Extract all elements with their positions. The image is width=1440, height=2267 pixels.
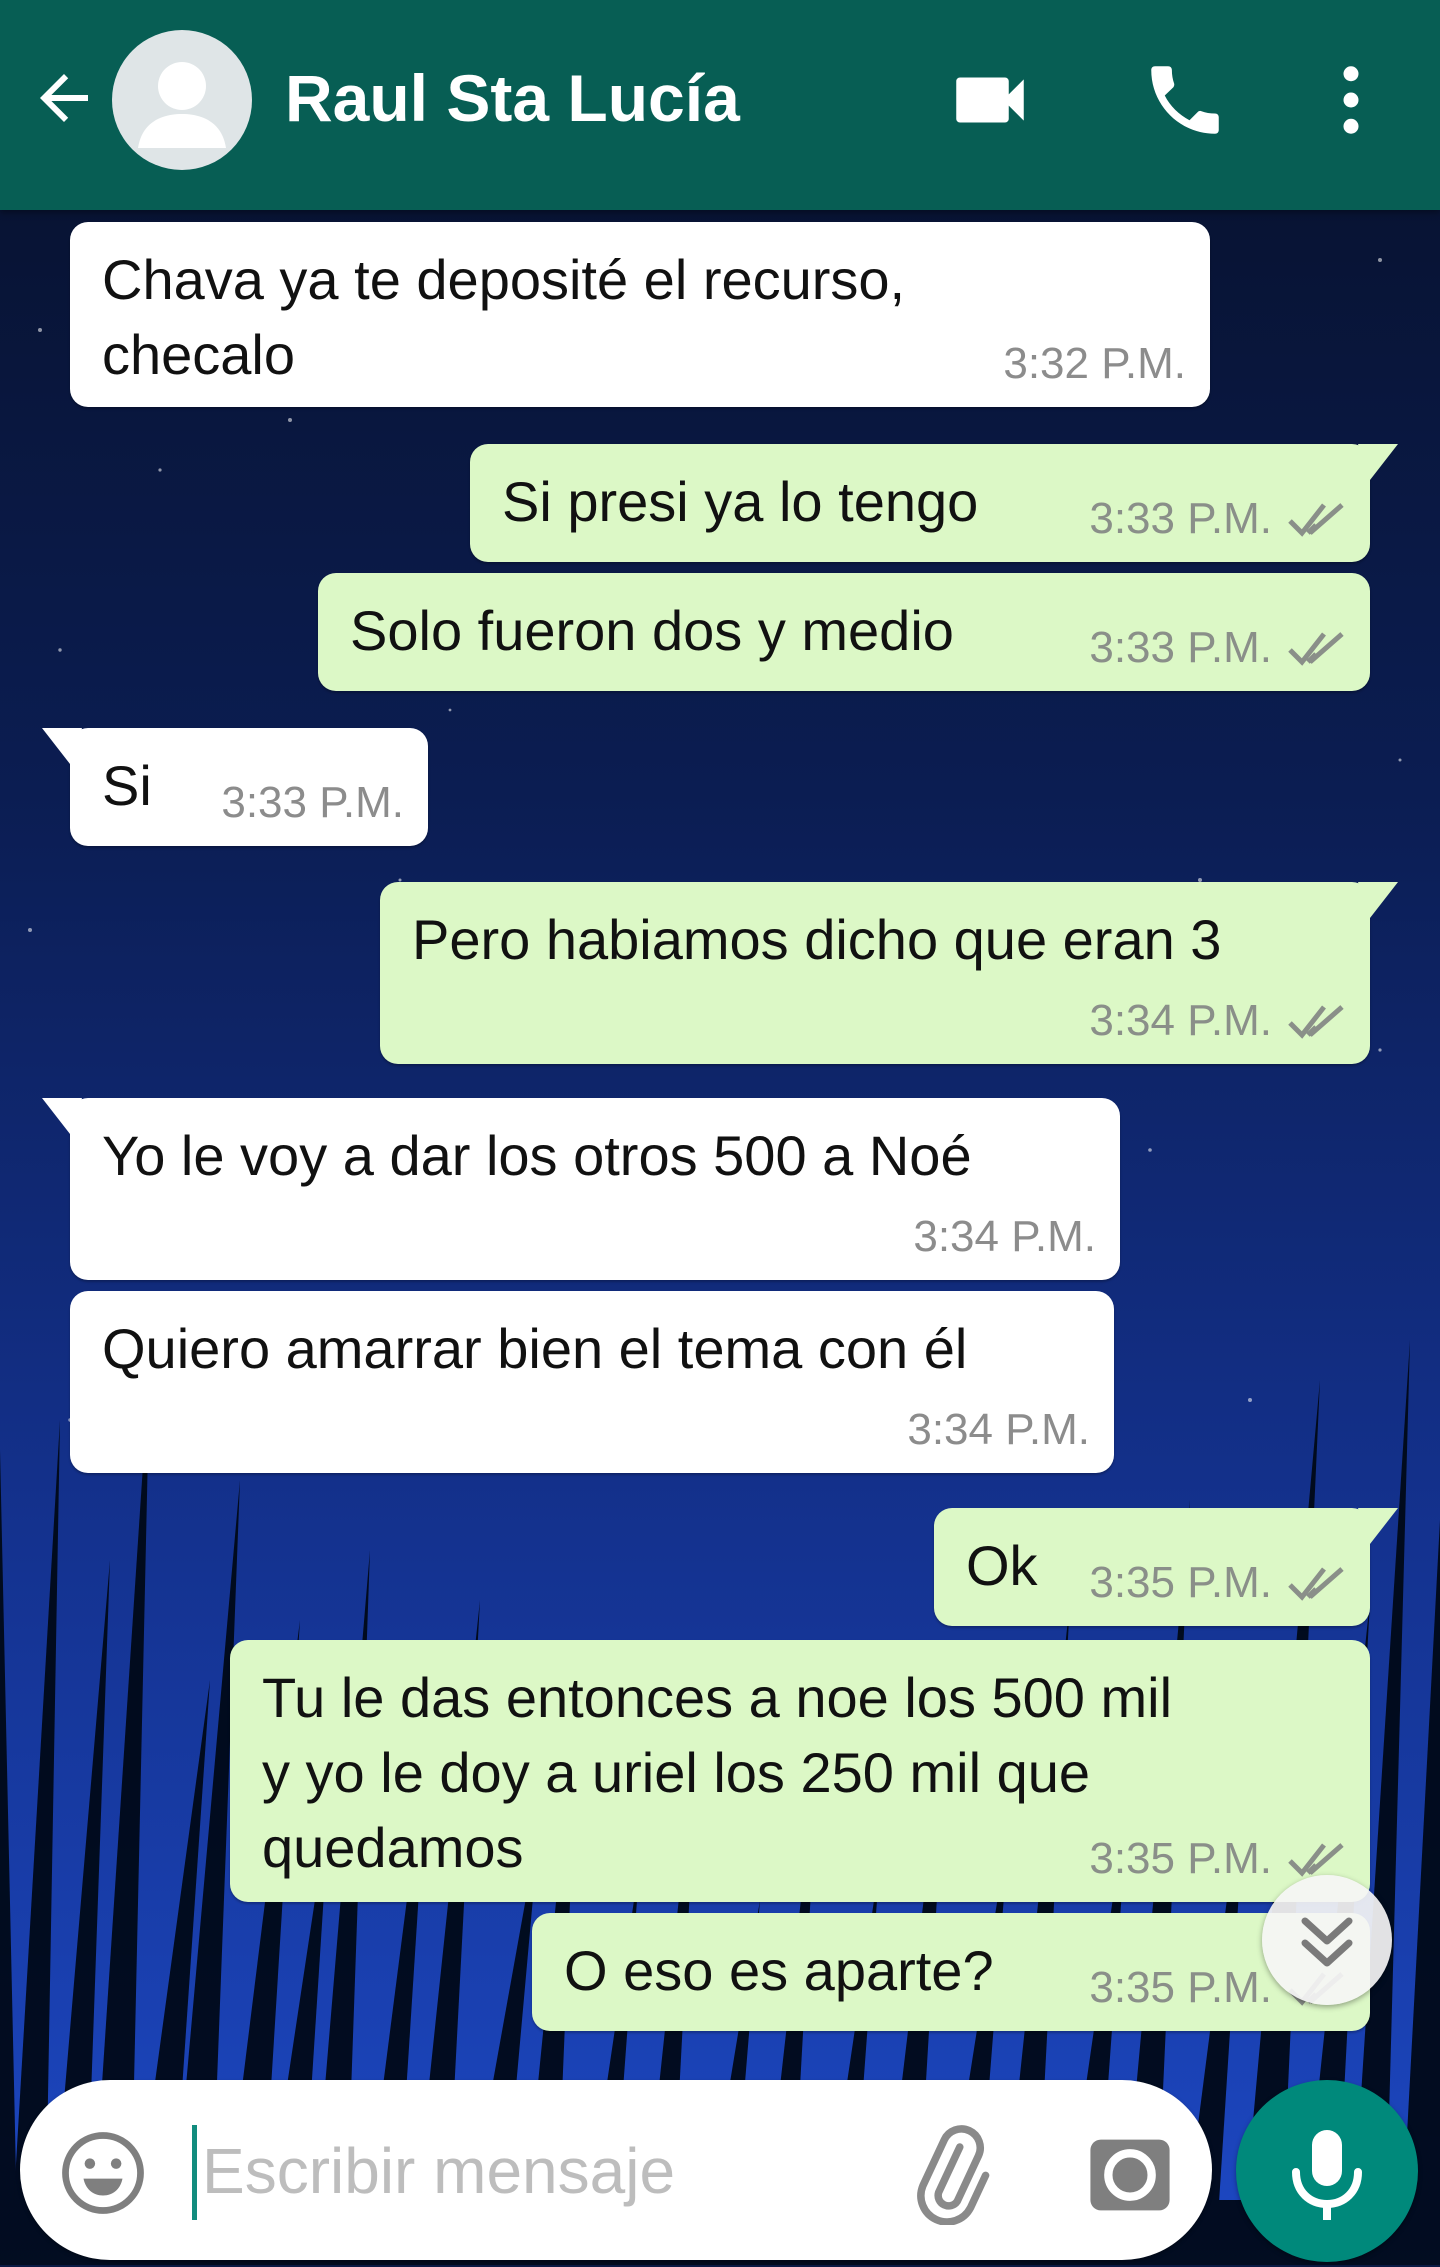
message-input[interactable] — [200, 2110, 874, 2232]
message-text: Si presi ya lo tengo — [502, 470, 979, 533]
bubble-tail — [1358, 444, 1398, 480]
attach-paperclip-icon[interactable] — [900, 2125, 1000, 2225]
message-meta: 3:33 P.M. — [1089, 494, 1346, 544]
message-bubble[interactable]: Tu le das entonces a noe los 500 mil y y… — [230, 1640, 1370, 1902]
message-bubble[interactable]: Ok 3:35 P.M. — [934, 1508, 1398, 1626]
message-meta: 3:34 P.M. — [913, 1212, 1096, 1262]
message-time: 3:34 P.M. — [913, 1212, 1096, 1261]
bubble-tail — [1358, 1508, 1398, 1544]
message-bubble[interactable]: Chava ya te deposité el recurso, checalo… — [70, 222, 1210, 407]
message-text: Yo le voy a dar los otros 500 a Noé — [102, 1124, 972, 1187]
chat-header: Raul Sta Lucía — [0, 0, 1440, 210]
bubble-tail — [1358, 882, 1398, 918]
message-text: Ok — [966, 1534, 1038, 1597]
message-bubble[interactable]: Solo fueron dos y medio 3:33 P.M. — [318, 573, 1370, 691]
message-time: 3:35 P.M. — [1089, 1834, 1272, 1883]
message-meta: 3:32 P.M. — [1003, 339, 1186, 389]
message-meta: 3:33 P.M. — [221, 778, 404, 828]
contact-name[interactable]: Raul Sta Lucía — [285, 58, 740, 138]
message-text: O eso es aparte? — [564, 1939, 994, 2002]
message-bubble[interactable]: Si presi ya lo tengo 3:33 P.M. — [470, 444, 1398, 562]
scroll-to-bottom-button[interactable] — [1262, 1875, 1392, 2005]
message-text: Tu le das entonces a noe los 500 mil y y… — [262, 1666, 1173, 1879]
double-check-icon — [1288, 1843, 1344, 1877]
message-bubble[interactable]: Quiero amarrar bien el tema con él 3:34 … — [70, 1291, 1114, 1473]
avatar[interactable] — [112, 30, 252, 170]
message-meta: 3:33 P.M. — [1089, 623, 1346, 673]
video-call-icon[interactable] — [945, 55, 1035, 145]
double-chevron-down-icon — [1301, 1917, 1353, 1967]
phone-icon[interactable] — [1140, 55, 1230, 145]
message-time: 3:33 P.M. — [1089, 623, 1272, 672]
message-time: 3:34 P.M. — [1089, 996, 1272, 1045]
message-meta: 3:35 P.M. — [1089, 1558, 1346, 1608]
message-time: 3:35 P.M. — [1089, 1558, 1272, 1607]
emoji-icon[interactable] — [58, 2128, 148, 2218]
double-check-icon — [1288, 503, 1344, 537]
message-time: 3:32 P.M. — [1003, 339, 1186, 388]
more-vert-icon[interactable] — [1306, 55, 1396, 145]
message-time: 3:35 P.M. — [1089, 1963, 1272, 2012]
message-composer — [20, 2080, 1212, 2260]
message-time: 3:33 P.M. — [1089, 494, 1272, 543]
back-arrow-icon[interactable] — [28, 62, 100, 134]
avatar-placeholder-icon — [138, 62, 226, 148]
text-cursor — [192, 2125, 197, 2220]
double-check-icon — [1288, 1567, 1344, 1601]
message-bubble[interactable]: O eso es aparte? 3:35 P.M. — [532, 1913, 1370, 2031]
bubble-tail — [42, 728, 82, 764]
message-time: 3:34 P.M. — [907, 1405, 1090, 1454]
message-meta: 3:34 P.M. — [907, 1405, 1090, 1455]
message-text: Chava ya te deposité el recurso, checalo — [102, 248, 906, 386]
bubble-tail — [42, 1098, 82, 1134]
double-check-icon — [1288, 632, 1344, 666]
microphone-icon — [1292, 2130, 1362, 2220]
message-text: Quiero amarrar bien el tema con él — [102, 1317, 968, 1380]
message-bubble[interactable]: Pero habiamos dicho que eran 3 3:34 P.M. — [380, 882, 1398, 1064]
voice-message-button[interactable] — [1236, 2080, 1418, 2262]
camera-icon[interactable] — [1080, 2125, 1180, 2225]
message-text: Solo fueron dos y medio — [350, 599, 954, 662]
message-text: Si — [102, 754, 152, 817]
message-time: 3:33 P.M. — [221, 778, 404, 827]
message-bubble[interactable]: Yo le voy a dar los otros 500 a Noé 3:34… — [42, 1098, 1120, 1280]
message-meta: 3:34 P.M. — [1089, 996, 1346, 1046]
double-check-icon — [1288, 1005, 1344, 1039]
message-bubble[interactable]: Si 3:33 P.M. — [42, 728, 428, 846]
message-text: Pero habiamos dicho que eran 3 — [412, 908, 1222, 971]
